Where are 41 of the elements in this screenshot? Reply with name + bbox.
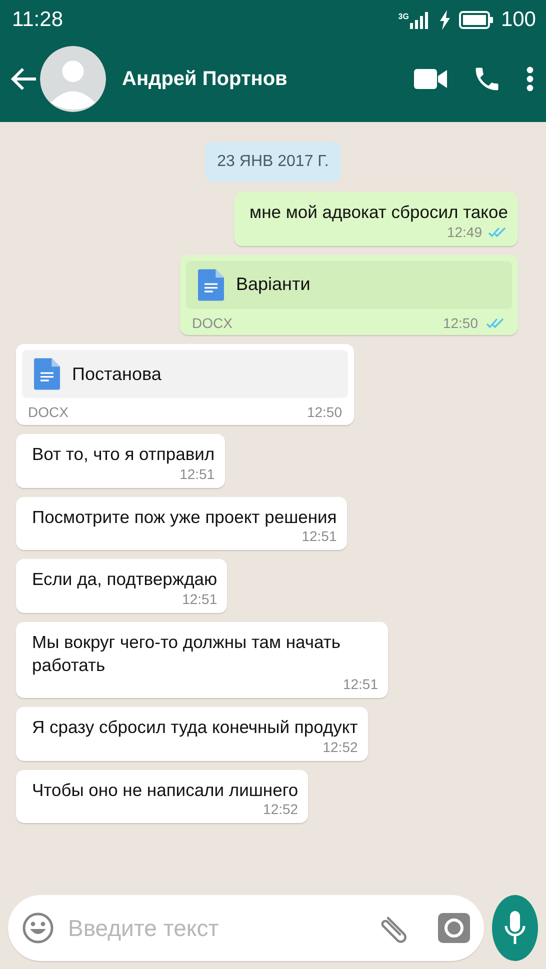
- document-attachment[interactable]: Варіанти: [186, 260, 512, 309]
- camera-icon[interactable]: [438, 913, 470, 943]
- contact-name[interactable]: Андрей Портнов: [122, 64, 414, 94]
- document-icon: [198, 268, 224, 301]
- file-type: DOCX: [192, 314, 232, 332]
- message-time: 12:51: [302, 528, 337, 546]
- signal-icon: [408, 11, 431, 29]
- message-text: Посмотрите пож уже проект решения: [32, 506, 337, 528]
- avatar-icon[interactable]: [40, 46, 106, 112]
- message-time: 12:51: [180, 466, 215, 483]
- message-composer-field[interactable]: Введите текст: [8, 895, 484, 961]
- message-text: Я сразу сбросил туда конечный продукт: [32, 716, 358, 739]
- message-time: 12:51: [342, 676, 378, 694]
- message-text: Мы вокруг чего-то должны там начать работать: [32, 630, 342, 676]
- file-name: Постанова: [72, 362, 162, 386]
- message-text: мне мой адвокат сбросил такое: [250, 201, 508, 224]
- message-time: 12:52: [322, 738, 358, 756]
- battery-icon: [458, 11, 493, 29]
- message-time: 12:51: [182, 590, 218, 608]
- message-time: 12:52: [263, 801, 298, 818]
- message-time: 12:50: [442, 314, 478, 332]
- microphone-icon[interactable]: [504, 911, 526, 945]
- file-name: Варіанти: [236, 272, 310, 296]
- message-text: Вот то, что я отправил: [32, 443, 215, 466]
- message-text: Чтобы оно не написали лишнего: [32, 778, 298, 802]
- message-time: 12:50: [306, 404, 342, 422]
- emoji-icon[interactable]: [22, 912, 54, 944]
- video-call-button[interactable]: [414, 68, 448, 90]
- back-button[interactable]: [10, 67, 38, 91]
- message-time: 12:49: [446, 224, 482, 241]
- status-time: 11:28: [12, 7, 63, 34]
- document-attachment[interactable]: Постанова: [22, 350, 348, 398]
- message-input-field[interactable]: Введите текст: [66, 910, 366, 946]
- message-text: Если да, подтверждаю: [32, 568, 218, 591]
- battery-level: 100: [500, 7, 536, 34]
- charging-icon: [438, 10, 451, 30]
- document-icon: [34, 358, 60, 390]
- file-type: DOCX: [28, 404, 68, 422]
- network-type: 3G: [398, 13, 409, 21]
- menu-button[interactable]: [526, 66, 534, 92]
- date-chip: 23 ЯНВ 2017 Г.: [205, 142, 341, 182]
